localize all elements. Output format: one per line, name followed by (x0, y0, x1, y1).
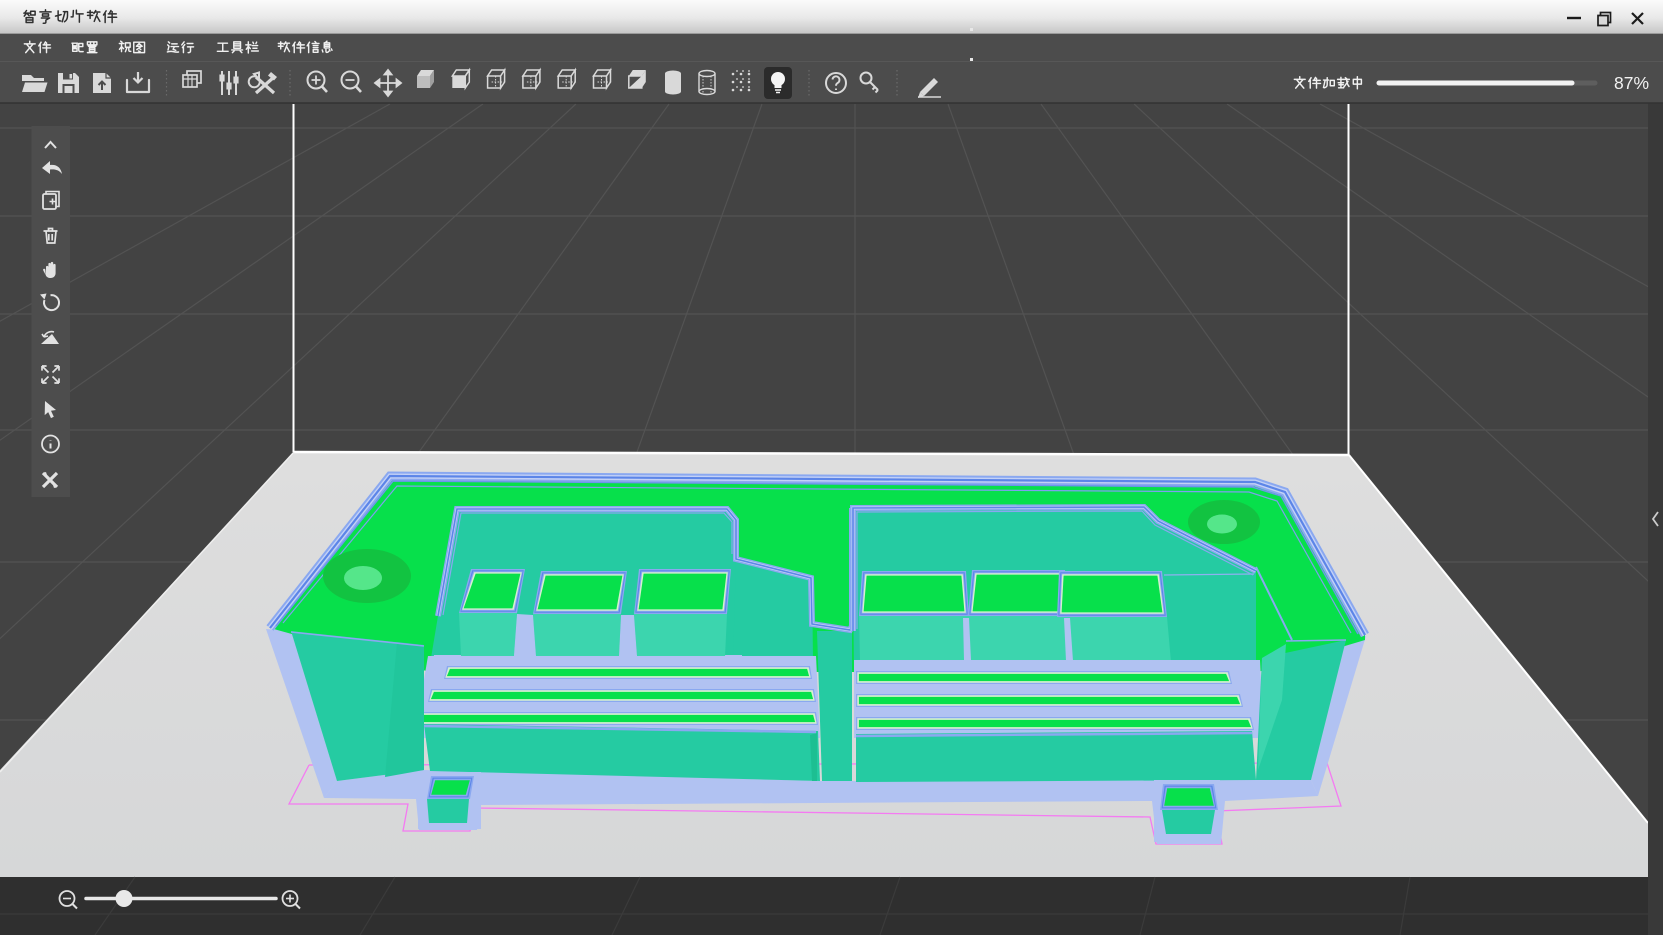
svg-text:87%: 87% (1614, 73, 1649, 93)
